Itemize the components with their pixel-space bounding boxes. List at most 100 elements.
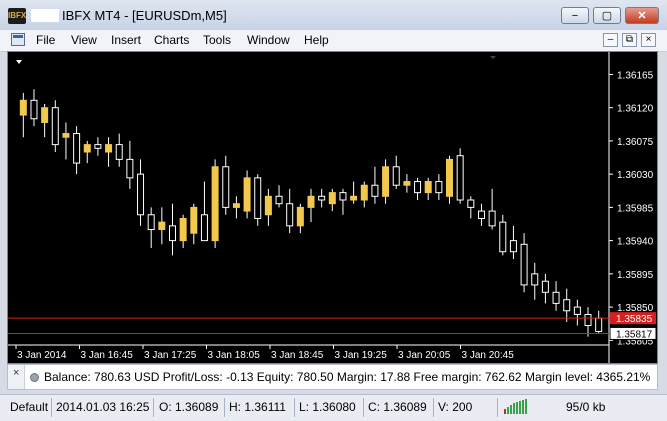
candle-body: [318, 195, 326, 201]
time-tick-label: 3 Jan 18:05: [208, 350, 261, 361]
time-tick-label: 3 Jan 2014: [17, 350, 67, 361]
terminal-close-icon[interactable]: ×: [13, 367, 19, 379]
candle-body: [520, 243, 528, 286]
terminal-account-bar: × Balance: 780.63 USD Profit/Loss: -0.13…: [7, 364, 658, 390]
mdi-close-button[interactable]: ×: [641, 33, 656, 47]
candle-body: [499, 221, 507, 253]
candle-body: [83, 144, 91, 153]
menu-window[interactable]: Window: [247, 33, 290, 47]
candle-body: [371, 184, 379, 197]
menu-help[interactable]: Help: [304, 33, 329, 47]
candle-body: [158, 221, 166, 231]
account-summary: Balance: 780.63 USD Profit/Loss: -0.13 E…: [44, 370, 651, 384]
candle-body: [584, 313, 592, 327]
price-tick-label: 1.35985: [617, 203, 654, 214]
candle-body: [573, 306, 581, 315]
candle-body: [382, 166, 390, 197]
candle-body: [264, 195, 272, 216]
candle-body: [222, 166, 230, 208]
time-tick-label: 3 Jan 19:25: [335, 350, 388, 361]
divider: [363, 398, 364, 417]
maximize-button[interactable]: ▢: [593, 7, 621, 24]
time-tick-label: 3 Jan 18:45: [271, 350, 324, 361]
time-tick-label: 3 Jan 20:45: [462, 350, 515, 361]
candle-body: [296, 206, 304, 227]
price-tick-label: 1.36165: [617, 70, 654, 81]
close-button[interactable]: ✕: [625, 7, 659, 24]
candle-body: [232, 203, 240, 208]
candle-body: [19, 99, 27, 116]
candle-body: [190, 206, 198, 234]
candle-body: [424, 181, 432, 194]
menu-tools[interactable]: Tools: [203, 33, 231, 47]
candle-body: [115, 144, 123, 160]
price-tick-label: 1.36075: [617, 137, 654, 148]
candle-body: [41, 107, 49, 123]
candle-body: [105, 144, 113, 153]
candle-body: [488, 210, 496, 227]
divider: [153, 398, 154, 417]
menu-file[interactable]: File: [36, 33, 55, 47]
title-bar: IBFX IBFX MT4 - [EURUSDm,M5] − ▢ ✕: [0, 0, 667, 31]
candle-body: [179, 217, 187, 242]
candle-body: [435, 181, 443, 194]
account-status-icon: [30, 373, 39, 382]
candle-body: [595, 317, 603, 332]
divider: [433, 398, 434, 417]
window-title: IBFX MT4 - [EURUSDm,M5]: [62, 8, 227, 23]
menu-insert[interactable]: Insert: [111, 33, 141, 47]
menu-charts[interactable]: Charts: [154, 33, 189, 47]
status-bar: Default 2014.01.03 16:25 O: 1.36089 H: 1…: [0, 394, 667, 421]
candle-body: [509, 240, 517, 253]
bar-low: L: 1.36080: [299, 400, 356, 414]
chart-area[interactable]: 1.36165 1.36120 1.36075 1.36030 1.35985 1.359…: [7, 51, 658, 364]
bid-price-label: 1.35835: [616, 314, 653, 325]
candle-body: [200, 214, 208, 242]
candle-body: [456, 155, 464, 201]
divider: [294, 398, 295, 417]
redacted-label: [31, 9, 59, 22]
candle-body: [137, 173, 145, 216]
price-tick-label: 1.35940: [617, 237, 654, 248]
candle-body: [275, 195, 283, 205]
divider: [497, 398, 498, 417]
mdi-minimize-button[interactable]: –: [603, 33, 618, 47]
candle-body: [211, 166, 219, 242]
connection-status-icon: [504, 399, 528, 414]
bar-high: H: 1.36111: [229, 400, 286, 414]
candle-body: [339, 192, 347, 201]
candle-body: [51, 107, 59, 146]
candle-body: [243, 177, 251, 212]
candle-body: [541, 280, 549, 293]
candle-body: [446, 158, 454, 197]
mdi-restore-button[interactable]: ⧉: [622, 33, 637, 47]
candle-body: [328, 192, 336, 205]
candle-body: [286, 203, 294, 227]
minimize-button[interactable]: −: [561, 7, 589, 24]
menu-bar: File View Insert Charts Tools Window Hel…: [0, 30, 667, 52]
candlestick-chart[interactable]: 1.36165 1.36120 1.36075 1.36030 1.35985 1.359…: [8, 52, 657, 363]
candle-body: [62, 133, 70, 138]
candle-body: [168, 225, 176, 242]
price-tick-label: 1.36120: [617, 104, 654, 115]
menu-view[interactable]: View: [71, 33, 97, 47]
chart-shift-marker: [16, 60, 22, 64]
candle-body: [350, 195, 358, 201]
price-tick-label: 1.36030: [617, 170, 654, 181]
bar-open: O: 1.36089: [159, 400, 219, 414]
time-tick-label: 3 Jan 16:45: [81, 350, 134, 361]
divider: [224, 398, 225, 417]
terminal-sidebar: ×: [8, 365, 25, 389]
candle-body: [477, 210, 485, 219]
candle-body: [94, 144, 102, 149]
candle-body: [73, 133, 81, 164]
time-tick-label: 3 Jan 20:05: [398, 350, 451, 361]
candle-body: [307, 195, 315, 208]
candle-body: [403, 181, 411, 186]
candle-body: [360, 184, 368, 201]
autoscroll-marker: [490, 56, 496, 59]
bar-close: C: 1.36089: [368, 400, 427, 414]
candle-body: [392, 166, 400, 186]
chart-window-icon[interactable]: [11, 33, 25, 46]
candle-body: [414, 181, 422, 194]
